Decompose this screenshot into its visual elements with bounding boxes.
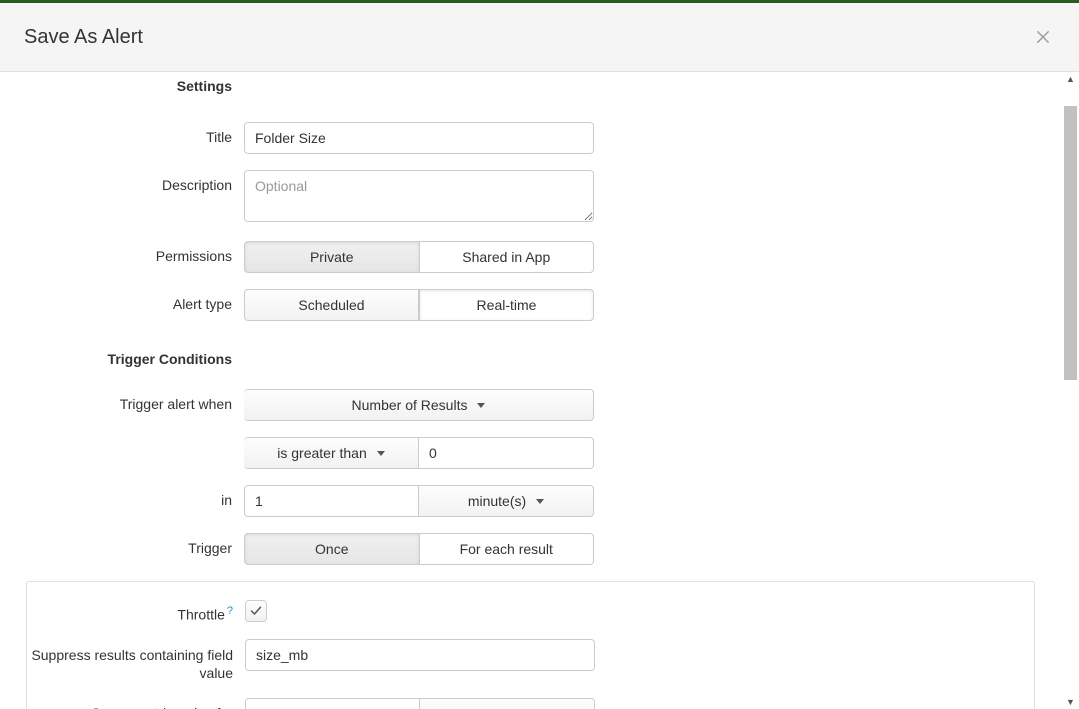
trigger-condition-dropdown[interactable]: Number of Results: [244, 389, 594, 421]
dialog-body: Settings Title Description Permissions: [0, 72, 1061, 709]
suppress-for-unit-dropdown[interactable]: minute(s): [420, 698, 595, 709]
scrollbar[interactable]: ▲ ▼: [1061, 72, 1079, 709]
alert-type-toggle: Scheduled Real-time: [244, 289, 594, 321]
comparator-dropdown[interactable]: is greater than: [244, 437, 419, 469]
description-textarea[interactable]: [244, 170, 594, 222]
help-icon[interactable]: ?: [227, 605, 233, 617]
label-alert-type: Alert type: [0, 289, 244, 312]
label-throttle: Throttle?: [27, 598, 245, 623]
section-settings: Settings: [0, 78, 244, 94]
close-icon[interactable]: [1031, 25, 1055, 49]
dialog-title: Save As Alert: [24, 26, 143, 49]
dialog-header: Save As Alert: [0, 3, 1079, 72]
chevron-down-icon: [477, 403, 485, 408]
label-in: in: [0, 485, 244, 508]
label-trigger-when: Trigger alert when: [0, 389, 244, 412]
suppress-field-input[interactable]: [245, 639, 595, 671]
label-suppress-field: Suppress results containing field value: [27, 639, 245, 682]
label-title: Title: [0, 122, 244, 145]
scroll-thumb[interactable]: [1064, 106, 1077, 380]
permissions-toggle: Private Shared in App: [244, 241, 594, 273]
comparator-value: is greater than: [277, 445, 367, 461]
suppress-for-value-input[interactable]: [245, 698, 420, 709]
label-description: Description: [0, 170, 244, 193]
section-trigger-conditions: Trigger Conditions: [0, 351, 244, 367]
trigger-condition-value: Number of Results: [352, 397, 468, 413]
chevron-down-icon: [536, 499, 544, 504]
permission-shared-button[interactable]: Shared in App: [420, 241, 595, 273]
alert-type-realtime-button[interactable]: Real-time: [419, 289, 594, 321]
chevron-down-icon: [377, 451, 385, 456]
trigger-each-button[interactable]: For each result: [420, 533, 595, 565]
permission-private-button[interactable]: Private: [244, 241, 420, 273]
window-value-input[interactable]: [244, 485, 419, 517]
trigger-once-button[interactable]: Once: [244, 533, 420, 565]
trigger-mode-toggle: Once For each result: [244, 533, 594, 565]
throttle-panel: Throttle? Suppress results containing fi…: [26, 581, 1035, 709]
threshold-input[interactable]: [419, 437, 594, 469]
label-permissions: Permissions: [0, 241, 244, 264]
title-input[interactable]: [244, 122, 594, 154]
window-unit-value: minute(s): [468, 493, 526, 509]
throttle-checkbox[interactable]: [245, 600, 267, 622]
label-suppress-for: Suppress triggering for: [27, 698, 245, 709]
alert-type-scheduled-button[interactable]: Scheduled: [244, 289, 419, 321]
save-as-alert-dialog: Save As Alert Settings Title Description: [0, 3, 1079, 709]
window-unit-dropdown[interactable]: minute(s): [419, 485, 594, 517]
label-trigger: Trigger: [0, 533, 244, 556]
scroll-up-icon[interactable]: ▲: [1062, 72, 1079, 86]
scroll-down-icon[interactable]: ▼: [1062, 695, 1079, 709]
